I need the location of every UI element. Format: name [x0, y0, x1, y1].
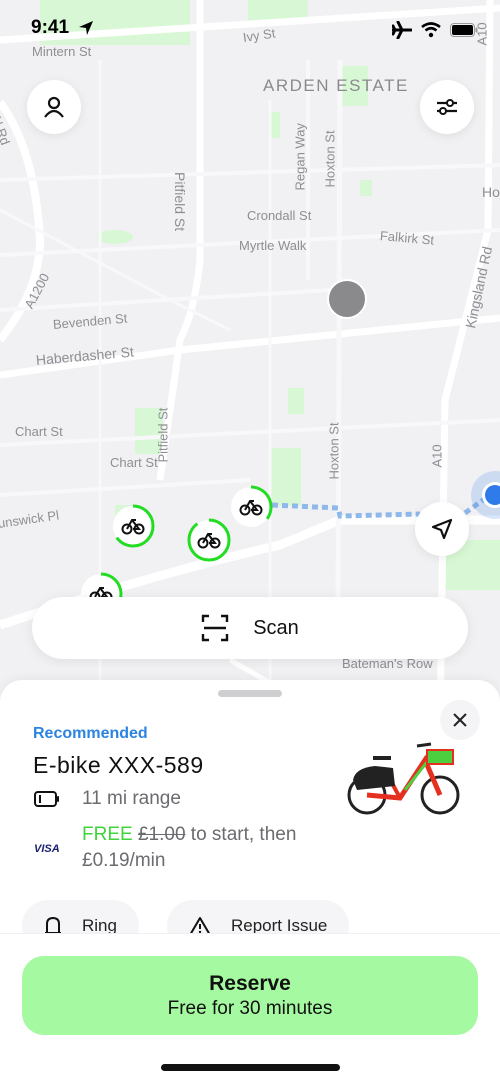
recommended-tag: Recommended [33, 725, 148, 742]
location-arrow-icon [79, 21, 93, 35]
range-text: 11 mi range [82, 788, 181, 809]
street-label: Chart St [110, 455, 158, 470]
price-row: VISA FREE £1.00 to start, then £0.19/min [34, 822, 342, 874]
reserve-title: Reserve [209, 971, 291, 995]
battery-ring [187, 518, 231, 562]
ebike-image [347, 742, 460, 815]
battery-ring [229, 485, 273, 529]
street-label: Hoxton St [322, 130, 338, 188]
status-bar: 9:41 [0, 0, 500, 54]
sheet-grabber[interactable] [218, 690, 282, 697]
selected-location-dot[interactable] [327, 279, 367, 319]
park-area [97, 230, 133, 244]
close-icon [453, 713, 467, 727]
profile-button[interactable] [27, 80, 81, 134]
battery-ring [111, 504, 155, 548]
scan-label: Scan [253, 616, 299, 639]
scan-button[interactable]: Scan [32, 597, 468, 659]
person-icon [44, 96, 64, 118]
reserve-subtitle: Free for 30 minutes [167, 997, 333, 1019]
street-label: Pitfield St [155, 407, 171, 463]
scan-frame-icon [202, 614, 229, 642]
reserve-button[interactable]: Reserve Free for 30 minutes [22, 956, 478, 1035]
street-label: Myrtle Walk [239, 238, 307, 253]
park-area [360, 180, 372, 196]
range-row: 11 mi range [34, 788, 181, 810]
sliders-icon [437, 99, 457, 115]
home-indicator[interactable] [161, 1064, 340, 1071]
bike-marker[interactable] [187, 518, 231, 562]
battery-low-icon [34, 791, 59, 807]
street-label: Pitfield St [172, 172, 188, 232]
route-line [271, 502, 421, 519]
status-time: 9:41 [31, 17, 70, 38]
street-label: Hoxton St [326, 422, 342, 480]
battery-icon [450, 23, 478, 37]
navigation-arrow-icon [431, 518, 453, 540]
filter-button[interactable] [420, 80, 474, 134]
user-location-icon [471, 471, 500, 519]
close-button[interactable] [440, 700, 480, 740]
park-area [271, 448, 301, 506]
visa-icon: VISA [34, 843, 60, 855]
recenter-button[interactable] [415, 502, 469, 556]
wifi-icon [421, 22, 441, 38]
park-area [288, 388, 304, 414]
bike-name: E-bike XXX-589 [33, 752, 204, 778]
area-label: ARDEN ESTATE [263, 76, 409, 95]
street-label: A10 [429, 444, 445, 468]
street-label: Ho [482, 184, 500, 200]
price-free: FREE [82, 824, 133, 845]
street-label: Crondall St [247, 208, 312, 223]
street-label: Regan Way [292, 123, 308, 191]
airplane-icon [392, 21, 412, 39]
street-label: Chart St [15, 424, 63, 439]
bike-marker[interactable] [111, 504, 155, 548]
bike-marker[interactable] [229, 485, 273, 529]
footer: Reserve Free for 30 minutes [0, 933, 500, 1080]
price-text: FREE £1.00 to start, then £0.19/min [82, 822, 342, 874]
price-original: £1.00 [137, 824, 186, 845]
